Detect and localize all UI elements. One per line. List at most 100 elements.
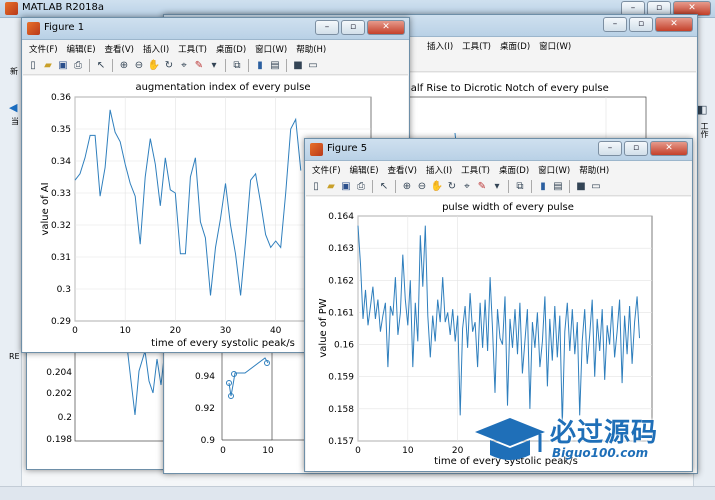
f1-menu-view[interactable]: 查看(V) (105, 43, 134, 55)
select-arrow-icon[interactable]: ↖ (94, 59, 108, 73)
f5-menu-file[interactable]: 文件(F) (312, 164, 341, 176)
f1-ytick-0: 0.29 (51, 317, 71, 327)
link-plot-icon[interactable]: ⧉ (230, 59, 244, 73)
zoom-out-icon[interactable]: ⊖ (415, 180, 429, 194)
fm-ytick-1: 0.92 (195, 404, 215, 414)
f5-restore-button[interactable]: ▫ (624, 141, 648, 156)
f1-xtick-4: 40 (270, 326, 282, 336)
show-tools-icon[interactable]: ▭ (306, 59, 320, 73)
zoom-in-icon[interactable]: ⊕ (117, 59, 131, 73)
legend-icon[interactable]: ▤ (268, 59, 282, 73)
fm-series-line (228, 357, 269, 397)
f1-menu-help[interactable]: 帮助(H) (296, 43, 326, 55)
rotate-icon[interactable]: ↻ (445, 180, 459, 194)
hide-tools-icon[interactable]: ■ (574, 180, 588, 194)
data-cursor-icon[interactable]: ⌖ (460, 180, 474, 194)
fm-restore-button[interactable]: ▫ (629, 17, 653, 32)
fm-menu-window[interactable]: 窗口(W) (539, 40, 571, 52)
f1-close-button[interactable]: ✕ (367, 20, 405, 35)
fm-menu-insert[interactable]: 插入(I) (427, 40, 453, 52)
f5-menu-desktop[interactable]: 桌面(D) (499, 164, 529, 176)
f5-menu-view[interactable]: 查看(V) (388, 164, 417, 176)
open-file-icon[interactable]: ▰ (324, 180, 338, 194)
fm-plot-title: Half Rise to Dicrotic Notch of every pul… (403, 83, 609, 94)
f1-minimize-button[interactable]: – (315, 20, 339, 35)
f1-xtick-3: 30 (220, 326, 232, 336)
back-arrow-icon[interactable]: ◀ (9, 101, 17, 114)
save-icon[interactable]: ▣ (339, 180, 353, 194)
show-tools-icon[interactable]: ▭ (589, 180, 603, 194)
f5-ytick-6: 0.158 (328, 405, 354, 415)
figure1-menubar: 文件(F) 编辑(E) 查看(V) 插入(I) 工具(T) 桌面(D) 窗口(W… (23, 40, 408, 57)
f5-ytick-0: 0.164 (328, 212, 354, 222)
link-plot-icon[interactable]: ⧉ (513, 180, 527, 194)
watermark-main-text: 必过源码 (550, 418, 659, 448)
watermark: 必过源码 Biguo100.com (470, 408, 690, 470)
brush-icon[interactable]: ✎ (192, 59, 206, 73)
f1-menu-desktop[interactable]: 桌面(D) (216, 43, 246, 55)
f1-xtick-0: 0 (72, 326, 78, 336)
figure1-icon (27, 22, 40, 35)
left-fragment-current: 当 (11, 117, 19, 126)
fm-minimize-button[interactable]: – (603, 17, 627, 32)
open-file-icon[interactable]: ▰ (41, 59, 55, 73)
fm-close-button[interactable]: ✕ (655, 17, 693, 32)
matlab-status-bar (0, 486, 715, 500)
brush-icon[interactable]: ✎ (475, 180, 489, 194)
fm-menu-tools[interactable]: 工具(T) (462, 40, 491, 52)
pan-icon[interactable]: ✋ (147, 59, 161, 73)
workspace-tab-label[interactable]: 工作 (699, 122, 710, 138)
print-icon[interactable]: ⎙ (354, 180, 368, 194)
left-fragment-new: 新 (10, 67, 18, 76)
pan-icon[interactable]: ✋ (430, 180, 444, 194)
f5-menu-help[interactable]: 帮助(H) (579, 164, 609, 176)
fm-ytick-2: 0.9 (201, 436, 216, 446)
colorbar-icon[interactable]: ▮ (536, 180, 550, 194)
figure5-title-bar[interactable]: Figure 5 – ▫ ✕ (305, 139, 692, 161)
legend-icon[interactable]: ▤ (551, 180, 565, 194)
f1-menu-tools[interactable]: 工具(T) (178, 43, 207, 55)
print-icon[interactable]: ⎙ (71, 59, 85, 73)
f1-menu-insert[interactable]: 插入(I) (143, 43, 169, 55)
rotate-icon[interactable]: ↻ (162, 59, 176, 73)
brush-menu-icon[interactable]: ▾ (207, 59, 221, 73)
f1-restore-button[interactable]: ▫ (341, 20, 365, 35)
select-arrow-icon[interactable]: ↖ (377, 180, 391, 194)
f1-menu-edit[interactable]: 编辑(E) (67, 43, 96, 55)
f5-menu-insert[interactable]: 插入(I) (426, 164, 452, 176)
fm-menu-desktop[interactable]: 桌面(D) (500, 40, 530, 52)
f5-xtick-1: 10 (402, 446, 414, 456)
new-figure-icon[interactable]: ▯ (309, 180, 323, 194)
f1-menu-window[interactable]: 窗口(W) (255, 43, 287, 55)
f1-ytick-7: 0.36 (51, 93, 71, 103)
f5-ytick-2: 0.162 (328, 276, 354, 286)
figure-left-plot: 0.204 0.202 0.2 0.198 (46, 345, 176, 445)
figure1-title: Figure 1 (44, 22, 85, 33)
f1-ytick-4: 0.33 (51, 189, 71, 199)
save-icon[interactable]: ▣ (56, 59, 70, 73)
fm-xtick-0: 0 (220, 446, 226, 456)
f1-plot-title: augmentation index of every pulse (135, 82, 310, 93)
f1-xtick-1: 10 (119, 326, 131, 336)
f5-ytick-5: 0.159 (328, 373, 354, 383)
f1-ytick-2: 0.31 (51, 253, 71, 263)
right-panel-icon[interactable]: ◧ (697, 103, 707, 116)
figure1-title-bar[interactable]: Figure 1 – ▫ ✕ (22, 18, 409, 40)
figure5-icon (310, 143, 323, 156)
f5-menu-window[interactable]: 窗口(W) (538, 164, 570, 176)
f1-menu-file[interactable]: 文件(F) (29, 43, 58, 55)
new-figure-icon[interactable]: ▯ (26, 59, 40, 73)
matlab-left-strip (0, 18, 22, 488)
fl-ytick-0: 0.204 (46, 368, 72, 378)
data-cursor-icon[interactable]: ⌖ (177, 59, 191, 73)
f5-close-button[interactable]: ✕ (650, 141, 688, 156)
f5-xtick-0: 0 (355, 446, 361, 456)
f5-menu-tools[interactable]: 工具(T) (461, 164, 490, 176)
zoom-out-icon[interactable]: ⊖ (132, 59, 146, 73)
f5-menu-edit[interactable]: 编辑(E) (350, 164, 379, 176)
colorbar-icon[interactable]: ▮ (253, 59, 267, 73)
zoom-in-icon[interactable]: ⊕ (400, 180, 414, 194)
brush-menu-icon[interactable]: ▾ (490, 180, 504, 194)
f5-minimize-button[interactable]: – (598, 141, 622, 156)
hide-tools-icon[interactable]: ■ (291, 59, 305, 73)
